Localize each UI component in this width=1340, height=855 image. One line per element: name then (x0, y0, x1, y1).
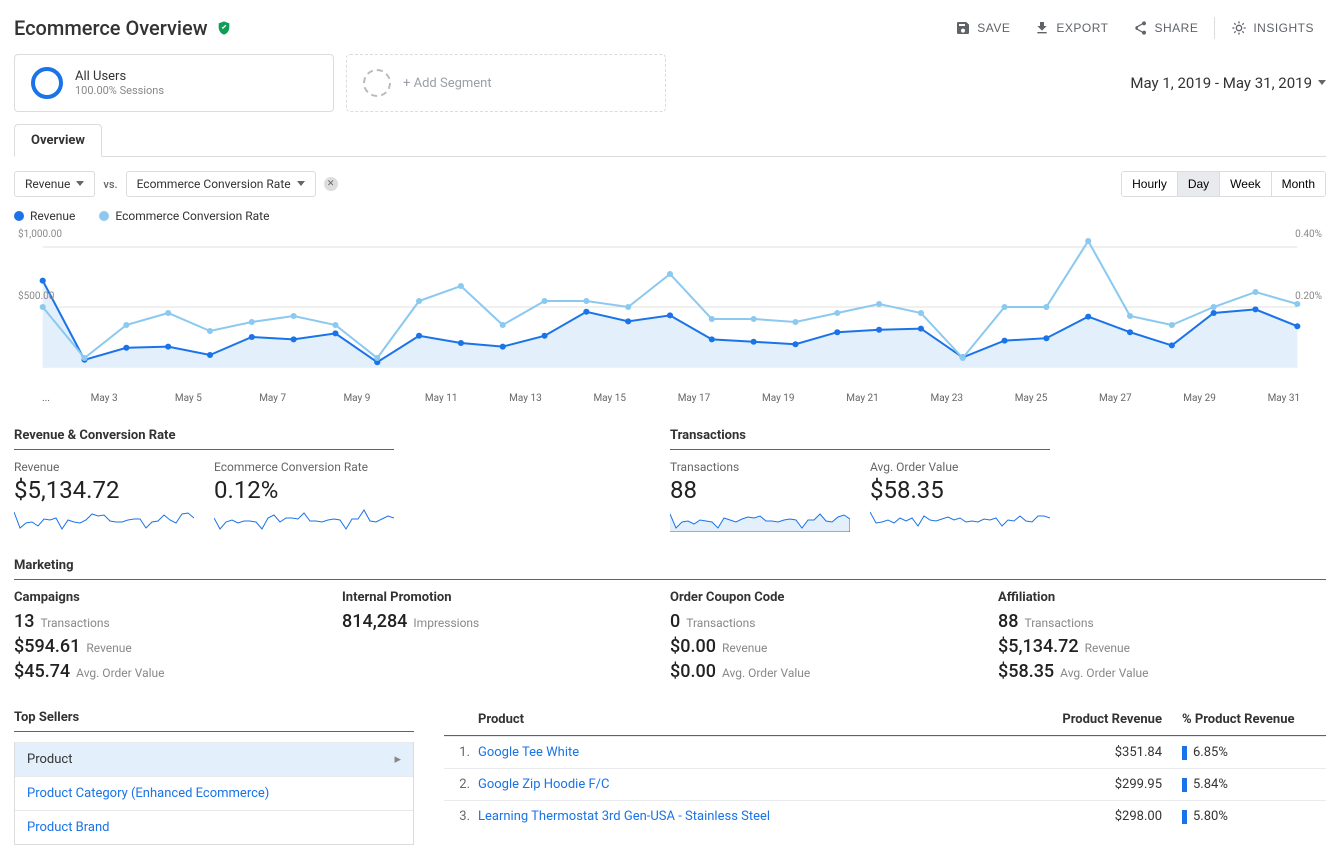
metric-card-transactions[interactable]: Transactions 88 (670, 460, 850, 532)
top-seller-option[interactable]: Product▸ (15, 742, 413, 776)
marketing-campaigns[interactable]: Campaigns (14, 590, 342, 609)
sparkline-transactions (670, 508, 850, 532)
table-header-pct[interactable]: % Product Revenue (1182, 712, 1322, 727)
table-header-revenue[interactable]: Product Revenue (1042, 712, 1182, 727)
metric-picker-secondary[interactable]: Ecommerce Conversion Rate (126, 171, 316, 197)
metric-card-revenue[interactable]: Revenue $5,134.72 (14, 460, 194, 532)
download-icon (1034, 20, 1050, 36)
marketing-internal-promotion[interactable]: Internal Promotion (342, 590, 670, 609)
share-icon (1132, 20, 1148, 36)
caret-down-icon (1318, 80, 1326, 89)
metric-card-conversion-rate[interactable]: Ecommerce Conversion Rate 0.12% (214, 460, 394, 532)
date-range-picker[interactable]: May 1, 2019 - May 31, 2019 (1130, 74, 1326, 92)
add-segment-button[interactable]: + Add Segment (346, 54, 666, 112)
top-seller-option[interactable]: Product Brand (15, 810, 413, 844)
table-row: 1.Google Tee White$351.846.85% (444, 736, 1326, 768)
segment-sub: 100.00% Sessions (75, 84, 164, 97)
product-link[interactable]: Learning Thermostat 3rd Gen-USA - Stainl… (478, 809, 1042, 824)
main-chart[interactable]: $1,000.00 $500.00 0.40% 0.20% (14, 227, 1326, 387)
granularity-week[interactable]: Week (1220, 172, 1271, 196)
save-button[interactable]: SAVE (943, 14, 1022, 42)
segment-circle-icon (31, 67, 63, 99)
section-transactions: Transactions (670, 422, 1050, 450)
marketing-coupon[interactable]: Order Coupon Code (670, 590, 998, 609)
granularity-month[interactable]: Month (1272, 172, 1325, 196)
granularity-selector: Hourly Day Week Month (1121, 171, 1326, 197)
separator (1214, 17, 1215, 39)
insights-button[interactable]: INSIGHTS (1219, 14, 1326, 42)
tab-overview[interactable]: Overview (14, 124, 102, 157)
legend-conversion-rate: Ecommerce Conversion Rate (99, 209, 269, 223)
section-revenue-conversion: Revenue & Conversion Rate (14, 422, 394, 450)
granularity-hourly[interactable]: Hourly (1122, 172, 1178, 196)
caret-down-icon (297, 181, 305, 190)
insights-icon (1231, 20, 1247, 36)
marketing-affiliation[interactable]: Affiliation (998, 590, 1326, 609)
add-circle-icon (363, 69, 391, 97)
top-seller-option[interactable]: Product Category (Enhanced Ecommerce) (15, 776, 413, 810)
product-link[interactable]: Google Zip Hoodie F/C (478, 777, 1042, 792)
granularity-day[interactable]: Day (1178, 172, 1220, 196)
table-row: 3.Learning Thermostat 3rd Gen-USA - Stai… (444, 800, 1326, 832)
metric-card-aov[interactable]: Avg. Order Value $58.35 (870, 460, 1050, 532)
segment-name: All Users (75, 69, 164, 84)
page-title: Ecommerce Overview (14, 16, 208, 40)
table-row: 2.Google Zip Hoodie F/C$299.955.84% (444, 768, 1326, 800)
shield-check-icon (216, 20, 232, 36)
legend-revenue: Revenue (14, 209, 75, 223)
vs-label: vs. (103, 178, 117, 191)
sparkline-aov (870, 508, 1050, 532)
section-top-sellers: Top Sellers (14, 704, 414, 732)
remove-secondary-metric[interactable]: ✕ (324, 177, 338, 191)
section-marketing: Marketing (14, 552, 1326, 580)
caret-down-icon (76, 181, 84, 190)
sparkline-revenue (14, 508, 194, 532)
metric-picker-primary[interactable]: Revenue (14, 171, 95, 197)
product-link[interactable]: Google Tee White (478, 745, 1042, 760)
share-button[interactable]: SHARE (1120, 14, 1210, 42)
export-button[interactable]: EXPORT (1022, 14, 1120, 42)
table-header-product[interactable]: Product (478, 712, 1042, 727)
segment-all-users[interactable]: All Users 100.00% Sessions (14, 54, 334, 112)
sparkline-conversion (214, 508, 394, 532)
save-icon (955, 20, 971, 36)
